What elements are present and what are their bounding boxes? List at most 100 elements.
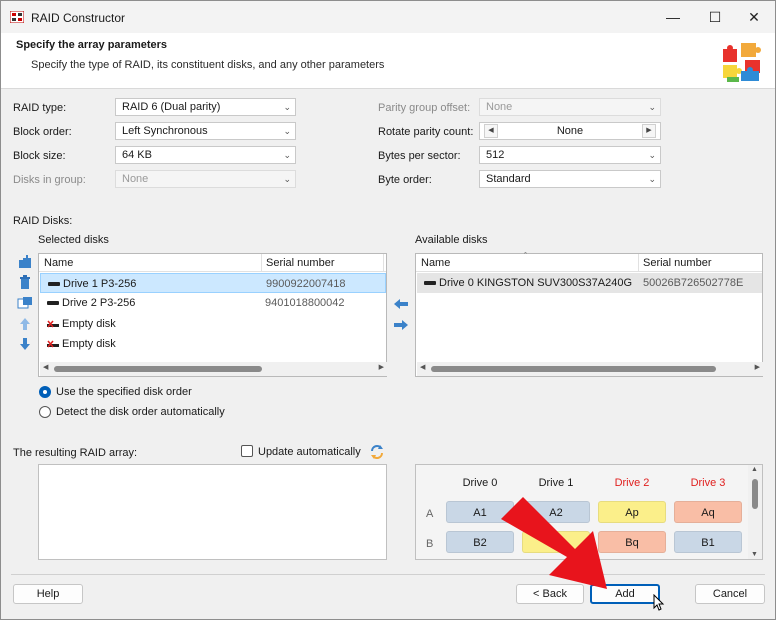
parity-group-offset-value: None (486, 101, 513, 113)
list-item[interactable]: Drive 2 P3-256 9401018800042 (40, 293, 386, 313)
rotate-parity-count-label: Rotate parity count: (378, 126, 474, 138)
refresh-icon[interactable] (369, 444, 385, 460)
footer-divider (11, 574, 765, 575)
drive-header: Drive 1 (538, 477, 574, 489)
wizard-header: Specify the array parameters Specify the… (1, 33, 775, 89)
list-item[interactable]: Empty disk (40, 314, 386, 334)
block-cell: Ap (598, 501, 666, 523)
help-button[interactable]: Help (13, 584, 83, 604)
back-button[interactable]: < Back (516, 584, 584, 604)
disk-properties-icon[interactable] (17, 295, 33, 311)
block-size-value: 64 KB (122, 149, 152, 161)
move-up-icon[interactable] (17, 316, 33, 332)
window-title: RAID Constructor (31, 11, 126, 25)
scroll-thumb[interactable] (752, 479, 758, 509)
parity-group-offset-select[interactable]: None ⌄ (479, 98, 661, 116)
drive-header: Drive 3 (690, 477, 726, 489)
empty-disk-icon (47, 340, 59, 348)
rotate-parity-count-spinner[interactable]: ◀ None ▶ (479, 122, 661, 140)
close-icon[interactable]: ✕ (732, 1, 776, 33)
increment-icon[interactable]: ▶ (642, 124, 656, 138)
column-divider (638, 254, 639, 272)
cancel-button[interactable]: Cancel (695, 584, 765, 604)
minimize-icon[interactable]: — (651, 1, 695, 33)
vertical-scrollbar[interactable]: ▲ ▼ (748, 465, 762, 559)
scroll-right-icon[interactable]: ▶ (755, 363, 760, 371)
column-header-name[interactable]: Name (44, 257, 73, 269)
drive-icon (424, 281, 436, 285)
scroll-right-icon[interactable]: ▶ (379, 363, 384, 371)
block-cell: B1 (674, 531, 742, 553)
list-item[interactable]: Drive 1 P3-256 9900922007418 (40, 273, 386, 293)
list-header: Name Serial number (39, 254, 386, 272)
column-header-name[interactable]: Name (421, 257, 450, 269)
byte-order-value: Standard (486, 173, 531, 185)
list-item[interactable]: Empty disk (40, 334, 386, 354)
block-size-label: Block size: (13, 150, 66, 162)
scroll-thumb[interactable] (431, 366, 716, 372)
block-order-select[interactable]: Left Synchronous ⌄ (115, 122, 296, 140)
column-header-serial[interactable]: Serial number (643, 257, 711, 269)
row-label: B (426, 538, 434, 550)
bytes-per-sector-label: Bytes per sector: (378, 150, 461, 162)
column-divider (261, 254, 262, 272)
block-order-value: Left Synchronous (122, 125, 208, 137)
chevron-down-icon: ⌄ (283, 102, 291, 112)
chevron-down-icon: ⌄ (283, 126, 291, 136)
drive-header: Drive 0 (462, 477, 498, 489)
list-item[interactable]: Drive 0 KINGSTON SUV300S37A240G 50026B72… (417, 273, 762, 293)
resulting-array-label: The resulting RAID array: (13, 447, 138, 459)
raid-type-label: RAID type: (13, 102, 67, 114)
resulting-array-box (38, 464, 387, 560)
maximize-icon[interactable]: ☐ (693, 1, 737, 33)
raid-disks-label: RAID Disks: (13, 215, 73, 227)
drive-icon (47, 301, 59, 305)
parity-group-offset-label: Parity group offset: (378, 102, 471, 114)
scroll-left-icon[interactable]: ◀ (420, 363, 425, 371)
byte-order-select[interactable]: Standard ⌄ (479, 170, 661, 188)
puzzle-icon (723, 43, 761, 82)
raid-type-select[interactable]: RAID 6 (Dual parity) ⌄ (115, 98, 296, 116)
chevron-down-icon: ⌄ (283, 150, 291, 160)
horizontal-scrollbar[interactable]: ◀ ▶ (417, 362, 763, 376)
use-specified-order-label[interactable]: Use the specified disk order (56, 386, 192, 398)
add-disk-icon[interactable] (17, 254, 33, 270)
disks-in-group-select[interactable]: None ⌄ (115, 170, 296, 188)
add-button[interactable]: Add (590, 584, 660, 604)
bytes-per-sector-select[interactable]: 512 ⌄ (479, 146, 661, 164)
selected-disks-list[interactable]: Name Serial number Drive 1 P3-256 990092… (38, 253, 387, 377)
chevron-down-icon: ⌄ (283, 174, 291, 184)
disk-serial: 9900922007418 (266, 278, 346, 290)
detect-order-label[interactable]: Detect the disk order automatically (56, 406, 225, 418)
header-title: Specify the array parameters (16, 39, 168, 51)
move-to-selected-icon[interactable] (393, 319, 409, 331)
rotate-parity-count-value: None (556, 125, 584, 137)
decrement-icon[interactable]: ◀ (484, 124, 498, 138)
use-specified-order-radio[interactable] (39, 386, 51, 398)
scroll-up-icon[interactable]: ▲ (751, 466, 758, 473)
update-automatically-label[interactable]: Update automatically (258, 446, 361, 458)
disk-serial: 50026B726502778E (643, 277, 744, 289)
column-header-serial[interactable]: Serial number (266, 257, 334, 269)
delete-icon[interactable] (17, 274, 33, 290)
chevron-down-icon: ⌄ (648, 102, 656, 112)
scroll-down-icon[interactable]: ▼ (751, 551, 758, 558)
scroll-thumb[interactable] (54, 366, 262, 372)
scroll-left-icon[interactable]: ◀ (43, 363, 48, 371)
header-subtitle: Specify the type of RAID, its constituen… (31, 59, 385, 71)
block-cell: B2 (446, 531, 514, 553)
raid-constructor-window: RAID Constructor — ☐ ✕ Specify the array… (0, 0, 776, 620)
move-down-icon[interactable] (17, 336, 33, 352)
disk-name: Drive 2 P3-256 (62, 297, 136, 309)
available-disks-list[interactable]: ˆ Name Serial number Drive 0 KINGSTON SU… (415, 251, 763, 377)
detect-order-radio[interactable] (39, 406, 51, 418)
horizontal-scrollbar[interactable]: ◀ ▶ (40, 362, 387, 376)
move-to-available-icon[interactable] (393, 298, 409, 310)
block-cell (522, 531, 590, 553)
selected-disks-label: Selected disks (38, 234, 109, 246)
block-size-select[interactable]: 64 KB ⌄ (115, 146, 296, 164)
list-header: ˆ Name Serial number (416, 251, 762, 272)
update-automatically-checkbox[interactable] (241, 445, 253, 457)
disks-in-group-label: Disks in group: (13, 174, 86, 186)
disks-in-group-value: None (122, 173, 149, 185)
